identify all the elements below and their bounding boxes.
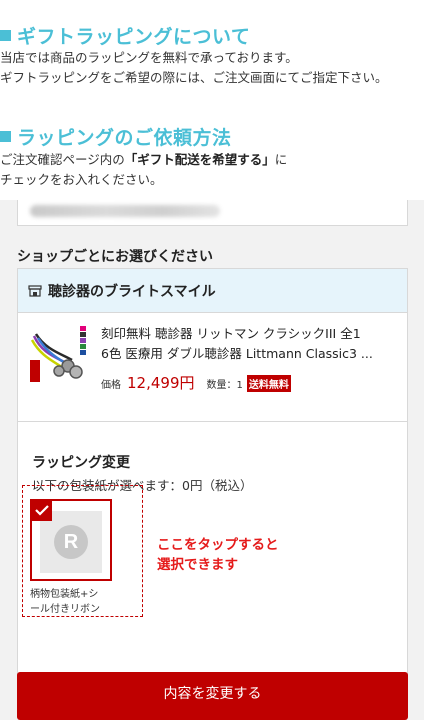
price-value: 12,499円 [127,374,195,392]
rakuten-logo: R [54,525,88,559]
tap-instruction: ここをタップすると 選択できます [157,537,279,573]
free-shipping-badge: 送料無料 [246,375,291,392]
price-label: 価格 [101,380,121,391]
price-row: 価格 12,499円 数量：1 送料無料 [101,372,291,393]
product-name: 刻印無料 聴診器 リットマン クラシックIII 全1 6色 医療用 ダブル聴診器… [101,326,373,361]
shop-icon [28,284,42,297]
stethoscope-product-image [28,324,90,386]
how-to-request-heading: ラッピングのご依頼方法 [0,123,232,150]
blurred-address [30,205,220,217]
shop-card: 聴診器のブライトスマイル 刻印無料 聴診器 リットマン クラシックIII 全1 … [17,268,408,708]
square-bullet-icon [0,131,11,142]
gift-wrapping-heading: ギフトラッピングについて [0,22,250,49]
shop-header: 聴診器のブライトスマイル [18,269,407,313]
wrapping-title: ラッピング変更 [32,455,130,471]
square-bullet-icon [0,30,11,41]
intro-line-2: ギフトラッピングをご希望の際には、ご注文画面にてご指定下さい。 [0,70,388,85]
change-contents-button[interactable]: 内容を変更する [17,672,408,720]
shop-name: 聴診器のブライトスマイル [48,283,216,300]
intro-line-1: 当店では商品のラッピングを無料で承っております。 [0,50,298,65]
product-row[interactable]: 刻印無料 聴診器 リットマン クラシックIII 全1 6色 医療用 ダブル聴診器… [18,314,407,422]
how-to-line-1: ご注文確認ページ内の「ギフト配送を希望する」に [0,152,288,167]
quantity: 数量：1 [206,380,243,391]
wrapping-option-patterned-paper[interactable]: R [30,499,112,581]
wrapping-option-label: 柄物包装紙+シ ール付きリボン [30,589,100,615]
order-screen-example: ショップごとにお選びください 聴診器のブライトスマイル 刻印無料 聴診器 リット… [0,200,424,720]
how-to-line-2: チェックをお入れください。 [0,172,163,187]
shop-select-title: ショップごとにお選びください [17,249,213,265]
selected-check-icon [32,501,52,521]
address-field [17,200,408,226]
